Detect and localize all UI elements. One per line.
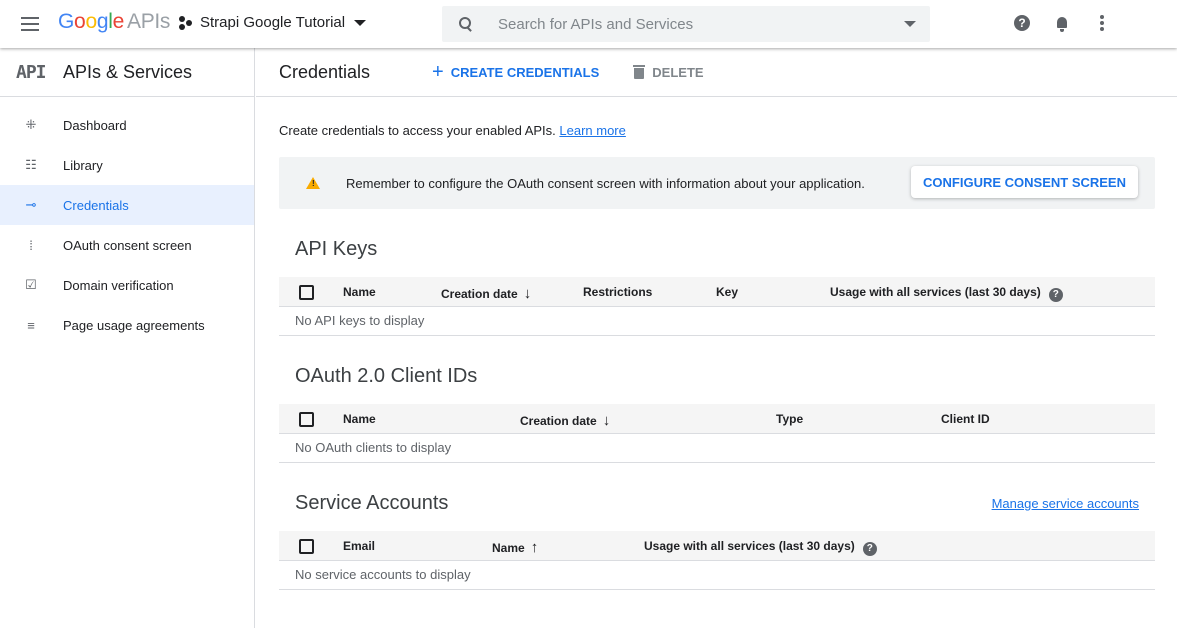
help-icon[interactable]: ? [1014,15,1030,31]
table-header: Name Creation date ↓ Type Client ID [279,404,1155,434]
api-logo-icon: API [16,61,47,83]
column-header-restrictions[interactable]: Restrictions [583,285,652,299]
project-name: Strapi Google Tutorial [200,14,346,31]
column-label: Name [492,541,525,555]
column-header-usage: Usage with all services (last 30 days)? [830,285,1063,302]
dashboard-icon: ⁜ [25,117,37,132]
logo-letter: o [85,10,97,33]
warning-icon: ! [306,177,320,189]
library-icon: ☷ [25,157,37,172]
logo-letter: G [58,10,75,33]
sidebar-item-library[interactable]: ☷ Library [0,145,254,185]
more-options-icon[interactable] [1100,15,1104,31]
key-icon: ⊸ [25,197,37,212]
api-keys-table: Name Creation date ↓ Restrictions Key Usa… [279,277,1155,336]
logo-letter: e [112,10,125,33]
column-header-creation-date[interactable]: Creation date ↓ [441,285,531,302]
project-selector[interactable]: Strapi Google Tutorial [178,14,367,31]
arrow-down-icon: ↓ [602,412,611,429]
column-header-usage: Usage with all services (last 30 days)? [644,539,877,556]
sidebar-item-label: Credentials [63,197,129,213]
arrow-up-icon: ↑ [530,539,539,556]
service-accounts-title: Service Accounts [295,492,449,514]
column-header-name[interactable]: Name ↑ [492,539,538,556]
sidebar-item-label: Page usage agreements [63,317,205,333]
chevron-down-icon [354,19,367,26]
column-header-name[interactable]: Name [343,412,376,426]
column-header-name[interactable]: Name [343,285,376,299]
service-accounts-table: Email Name ↑ Usage with all services (las… [279,531,1155,590]
sidebar: API APIs & Services ⁜ Dashboard ☷ Librar… [0,48,255,628]
sidebar-title: APIs & Services [63,61,193,82]
sidebar-item-label: Domain verification [63,277,174,293]
create-credentials-label: CREATE CREDENTIALS [450,64,600,80]
verification-icon: ☑ [25,277,37,292]
consent-icon: ⁞ [29,237,33,253]
empty-state-row: No API keys to display [279,307,1155,336]
sidebar-item-label: OAuth consent screen [63,237,192,253]
manage-service-accounts-link[interactable]: Manage service accounts [992,496,1139,511]
sidebar-item-label: Dashboard [63,117,127,133]
project-icon [178,15,194,31]
sidebar-item-credentials[interactable]: ⊸ Credentials [0,185,254,225]
search-dropdown-icon[interactable] [904,21,916,27]
sidebar-item-dashboard[interactable]: ⁜ Dashboard [0,105,254,145]
agreements-icon: ≡ [27,317,35,333]
sidebar-item-label: Library [63,157,103,173]
logo-letter: g [96,10,109,33]
sidebar-item-page-usage[interactable]: ≡ Page usage agreements [0,305,254,345]
delete-button[interactable]: DELETE [633,64,704,80]
page-title: Credentials [279,61,371,82]
empty-state-row: No OAuth clients to display [279,434,1155,463]
select-all-checkbox[interactable] [299,412,314,427]
column-label: Creation date [441,287,518,301]
oauth-title: OAuth 2.0 Client IDs [295,365,478,387]
sidebar-item-domain-verification[interactable]: ☑ Domain verification [0,265,254,305]
logo-letter: o [74,10,86,33]
configure-consent-screen-button[interactable]: CONFIGURE CONSENT SCREEN [911,166,1138,198]
empty-state-row: No service accounts to display [279,561,1155,590]
warning-glyph: ! [312,179,315,188]
table-header: Email Name ↑ Usage with all services (las… [279,531,1155,561]
search-bar[interactable] [442,6,930,42]
banner-text: Remember to configure the OAuth consent … [346,175,865,191]
plus-icon: + [432,61,444,83]
help-icon[interactable]: ? [862,542,877,556]
trash-icon [633,65,646,79]
column-label: Creation date [520,414,597,428]
arrow-down-icon: ↓ [523,285,532,302]
main-content: Credentials + CREATE CREDENTIALS DELETE … [256,48,1177,628]
column-header-client-id[interactable]: Client ID [941,412,990,426]
oauth-table: Name Creation date ↓ Type Client ID No OA… [279,404,1155,463]
column-label: Usage with all services (last 30 days) [644,539,855,553]
column-header-key[interactable]: Key [716,285,738,299]
create-credentials-button[interactable]: + CREATE CREDENTIALS [432,62,599,82]
logo-apis-text: APIs [126,10,171,33]
help-icon[interactable]: ? [1048,288,1063,302]
intro-text: Create credentials to access your enable… [279,123,626,138]
column-label: Usage with all services (last 30 days) [830,285,1041,299]
sidebar-item-oauth-consent[interactable]: ⁞ OAuth consent screen [0,225,254,265]
select-all-checkbox[interactable] [299,285,314,300]
search-input[interactable] [498,15,878,33]
select-all-checkbox[interactable] [299,539,314,554]
consent-warning-banner: ! Remember to configure the OAuth consen… [279,157,1155,209]
learn-more-link[interactable]: Learn more [559,123,625,138]
main-menu-icon[interactable] [21,17,39,31]
delete-label: DELETE [652,64,704,80]
intro-message: Create credentials to access your enable… [279,123,556,138]
table-header: Name Creation date ↓ Restrictions Key Usa… [279,277,1155,307]
search-icon [458,16,474,32]
column-header-creation-date[interactable]: Creation date ↓ [520,412,610,429]
column-header-email[interactable]: Email [343,539,375,553]
google-apis-logo[interactable]: Google APIs [58,10,170,34]
api-keys-title: API Keys [295,238,378,260]
column-header-type[interactable]: Type [776,412,803,426]
notifications-icon[interactable] [1054,15,1070,33]
top-app-bar: GoogleAPIs Strapi Google Tutorial ? [0,0,1177,48]
sidebar-nav: ⁜ Dashboard ☷ Library ⊸ Credentials ⁞ OA… [0,105,254,345]
